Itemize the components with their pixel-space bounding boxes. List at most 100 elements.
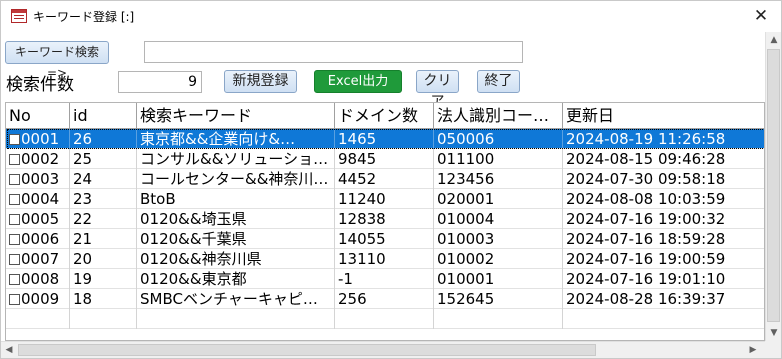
row-no-text: 0001 [21,130,60,148]
row-select-checkbox[interactable] [9,134,20,145]
scroll-up-icon[interactable]: ▲ [766,32,782,48]
row-updated[interactable]: 2024-07-16 19:00:59 [563,249,764,269]
horizontal-scrollbar[interactable]: ◀ ▶ [1,341,765,358]
row-corp-code[interactable]: 011100 [434,149,563,169]
row-corp-code[interactable]: 010004 [434,209,563,229]
row-id[interactable]: 19 [70,269,137,289]
row-domains[interactable]: 14055 [335,229,434,249]
table-row[interactable]: 0008 19 0120&&東京都 -1 010001 2024-07-16 19:01:… [6,269,764,289]
row-domains[interactable]: 256 [335,289,434,309]
title-bar: キーワード登録 [:] ✕ [1,1,781,32]
row-id[interactable]: 24 [70,169,137,189]
row-no[interactable]: 0007 [6,249,70,269]
column-header-no[interactable]: No [6,103,70,129]
row-domains[interactable]: 4452 [335,169,434,189]
row-keyword[interactable]: BtoB [137,189,335,209]
scroll-right-icon[interactable]: ▶ [745,342,761,358]
row-select-checkbox[interactable] [9,174,20,185]
row-updated[interactable]: 2024-08-28 16:39:37 [563,289,764,309]
row-domains[interactable]: 12838 [335,209,434,229]
row-no[interactable]: 0006 [6,229,70,249]
table-row[interactable]: 0005 22 0120&&埼玉県 12838 010004 2024-07-16 19:… [6,209,764,229]
row-select-checkbox[interactable] [9,194,20,205]
row-id[interactable]: 22 [70,209,137,229]
clear-button[interactable]: クリア [416,70,459,110]
row-select-checkbox[interactable] [9,294,20,305]
row-keyword[interactable]: コールセンター&&神奈川… [137,169,335,189]
row-corp-code[interactable]: 020001 [434,189,563,209]
row-corp-code[interactable]: 010002 [434,249,563,269]
table-row[interactable]: 0004 23 BtoB 11240 020001 2024-08-08 10:03:59 [6,189,764,209]
table-row[interactable]: 0009 18 SMBCベンチャーキャピ… 256 152645 2024-08-28 1… [6,289,764,309]
column-header-id[interactable]: id [70,103,137,129]
table-row[interactable]: 0006 21 0120&&千葉県 14055 010003 2024-07-16 18:… [6,229,764,249]
table-row[interactable]: 0001 26 東京都&&企業向け&… 1465 050006 2024-08-19 11… [6,129,764,149]
row-corp-code[interactable]: 123456 [434,169,563,189]
row-keyword[interactable]: 東京都&&企業向け&… [137,129,335,149]
row-updated[interactable]: 2024-07-30 09:58:18 [563,169,764,189]
row-domains[interactable]: 13110 [335,249,434,269]
row-corp-code[interactable]: 152645 [434,289,563,309]
row-updated[interactable]: 2024-07-16 18:59:28 [563,229,764,249]
row-id[interactable]: 25 [70,149,137,169]
horizontal-scroll-thumb[interactable] [18,344,596,356]
scroll-down-icon[interactable]: ▼ [766,325,782,341]
row-no-text: 0005 [21,210,60,228]
row-domains[interactable]: 9845 [335,149,434,169]
row-no[interactable]: 0009 [6,289,70,309]
row-domains[interactable]: -1 [335,269,434,289]
column-header-corp-code[interactable]: 法人識別コー… [434,103,563,129]
row-corp-code[interactable]: 010001 [434,269,563,289]
table-row[interactable]: 0003 24 コールセンター&&神奈川… 4452 123456 2024-07-30 … [6,169,764,189]
vertical-scroll-thumb[interactable] [767,49,780,322]
search-input[interactable] [144,41,523,63]
row-keyword[interactable]: コンサル&&ソリューショ… [137,149,335,169]
keyword-search-button[interactable]: キーワード検索=> [5,41,109,80]
row-updated[interactable]: 2024-07-16 19:00:32 [563,209,764,229]
row-select-checkbox[interactable] [9,254,20,265]
table-row[interactable]: 0002 25 コンサル&&ソリューショ… 9845 011100 2024-08-15 … [6,149,764,169]
row-updated[interactable]: 2024-07-16 19:01:10 [563,269,764,289]
row-keyword[interactable]: 0120&&神奈川県 [137,249,335,269]
row-no[interactable]: 0008 [6,269,70,289]
row-select-checkbox[interactable] [9,274,20,285]
row-keyword[interactable]: 0120&&東京都 [137,269,335,289]
table-row[interactable]: 0007 20 0120&&神奈川県 13110 010002 2024-07-16 19… [6,249,764,269]
scroll-left-icon[interactable]: ◀ [1,342,17,358]
row-select-checkbox[interactable] [9,234,20,245]
row-select-checkbox[interactable] [9,154,20,165]
row-no[interactable]: 0004 [6,189,70,209]
row-keyword[interactable]: 0120&&千葉県 [137,229,335,249]
row-updated[interactable]: 2024-08-08 10:03:59 [563,189,764,209]
close-button[interactable]: ✕ [749,5,773,27]
row-no[interactable]: 0003 [6,169,70,189]
column-header-keyword[interactable]: 検索キーワード [137,103,335,129]
exit-button[interactable]: 終了 [477,70,520,93]
row-corp-code[interactable]: 010003 [434,229,563,249]
row-id[interactable]: 21 [70,229,137,249]
row-id[interactable]: 18 [70,289,137,309]
row-domains[interactable]: 11240 [335,189,434,209]
vertical-scrollbar[interactable]: ▲ ▼ [765,32,781,341]
row-keyword[interactable]: SMBCベンチャーキャピ… [137,289,335,309]
app-window: キーワード登録 [:] ✕ キーワード検索=> 検索件数 9 新規登録 Exce… [0,0,782,359]
row-no[interactable]: 0002 [6,149,70,169]
row-no[interactable]: 0001 [6,129,70,149]
row-id[interactable]: 26 [70,129,137,149]
column-header-domains[interactable]: ドメイン数 [335,103,434,129]
row-keyword[interactable]: 0120&&埼玉県 [137,209,335,229]
row-id[interactable]: 20 [70,249,137,269]
form-body: キーワード検索=> 検索件数 9 新規登録 Excel出力 クリア 終了 No … [1,32,765,341]
excel-export-button[interactable]: Excel出力 [314,70,402,93]
row-no[interactable]: 0005 [6,209,70,229]
row-select-checkbox[interactable] [9,214,20,225]
column-header-updated[interactable]: 更新日 [563,103,764,129]
row-updated[interactable]: 2024-08-19 11:26:58 [563,129,764,149]
row-corp-code[interactable]: 050006 [434,129,563,149]
row-id[interactable]: 23 [70,189,137,209]
row-no-text: 0004 [21,190,60,208]
row-domains[interactable]: 1465 [335,129,434,149]
new-register-button[interactable]: 新規登録 [224,70,297,93]
row-updated[interactable]: 2024-08-15 09:46:28 [563,149,764,169]
scrollbar-corner [765,341,781,358]
